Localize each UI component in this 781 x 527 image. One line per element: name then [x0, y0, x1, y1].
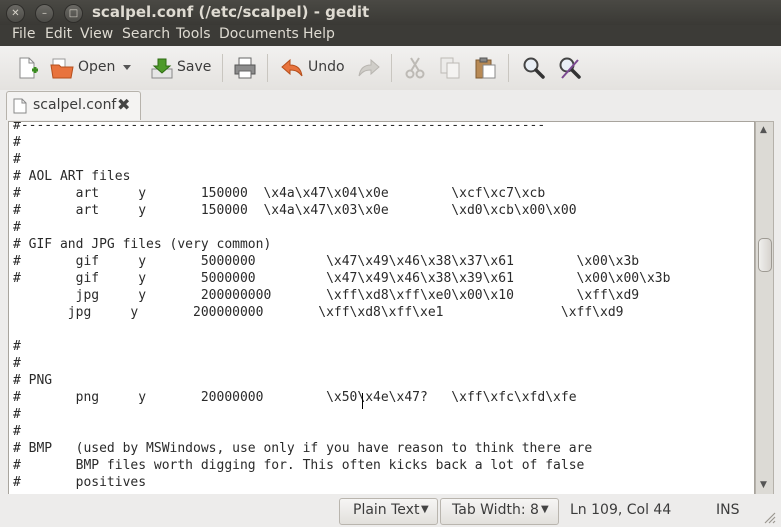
language-label: Plain Text: [353, 502, 420, 518]
editor-line[interactable]: ​: [13, 321, 670, 338]
toolbar-separator: [267, 54, 268, 82]
title-bar: ✕ – □ scalpel.conf (/etc/scalpel) - gedi…: [0, 0, 781, 25]
editor-line[interactable]: #: [13, 406, 670, 423]
menu-tools[interactable]: Tools: [176, 26, 211, 42]
editor-line[interactable]: # BMP (used by MSWindows, use only if yo…: [13, 440, 670, 457]
new-document-icon[interactable]: [15, 56, 39, 80]
editor-line[interactable]: #: [13, 355, 670, 372]
menu-search[interactable]: Search: [122, 26, 170, 42]
tab-label: scalpel.conf: [33, 97, 117, 113]
editor-line[interactable]: jpg y 200000000 \xff\xd8\xff\xe0\x00\x10…: [13, 287, 670, 304]
editor-text[interactable]: #---------------------------------------…: [13, 122, 670, 491]
editor-line[interactable]: # gif y 5000000 \x47\x49\x46\x38\x37\x61…: [13, 253, 670, 270]
menu-view[interactable]: View: [80, 26, 113, 42]
status-bar: Plain Text ▼ Tab Width: 8 ▼ Ln 109, Col …: [0, 494, 781, 527]
close-window-button[interactable]: ✕: [6, 4, 25, 23]
tab-bar: scalpel.conf ✖: [0, 90, 781, 121]
editor-line[interactable]: # GIF and JPG files (very common): [13, 236, 670, 253]
undo-icon[interactable]: [280, 56, 304, 80]
scroll-down-icon[interactable]: ▼: [760, 480, 767, 490]
editor-line[interactable]: jpg y 200000000 \xff\xd8\xff\xe1 \xff\xd…: [13, 304, 670, 321]
save-button[interactable]: Save: [177, 59, 211, 75]
editor-line[interactable]: #: [13, 219, 670, 236]
vertical-scrollbar[interactable]: ▲ ▼: [755, 121, 774, 496]
editor-line[interactable]: # png y 20000000 \x50\x4e\x47? \xff\xfc\…: [13, 389, 670, 406]
editor-line[interactable]: #: [13, 134, 670, 151]
text-editor[interactable]: #---------------------------------------…: [8, 121, 755, 496]
editor-line[interactable]: # PNG: [13, 372, 670, 389]
scroll-up-icon[interactable]: ▲: [760, 125, 767, 135]
menu-file[interactable]: File: [12, 26, 35, 42]
maximize-window-button[interactable]: □: [64, 4, 83, 23]
editor-line[interactable]: # gif y 5000000 \x47\x49\x46\x38\x39\x61…: [13, 270, 670, 287]
chevron-down-icon[interactable]: [120, 60, 134, 74]
editor-line[interactable]: # positives: [13, 474, 670, 491]
editor-line[interactable]: # art y 150000 \x4a\x47\x04\x0e \xcf\xc7…: [13, 185, 670, 202]
tab-width-label: Tab Width: 8: [452, 502, 539, 518]
editor-line[interactable]: #: [13, 338, 670, 355]
toolbar-separator: [508, 54, 509, 82]
save-icon[interactable]: [150, 56, 174, 80]
editor-line[interactable]: #: [13, 151, 670, 168]
tab-scalpel-conf[interactable]: scalpel.conf ✖: [6, 91, 141, 120]
toolbar: Open Save Undo: [0, 46, 781, 91]
menu-help[interactable]: Help: [303, 26, 335, 42]
toolbar-separator: [222, 54, 223, 82]
menu-bar: File Edit View Search Tools Documents He…: [0, 25, 781, 46]
copy-icon[interactable]: [438, 56, 462, 80]
scrollbar-thumb[interactable]: [758, 238, 772, 272]
window-title: scalpel.conf (/etc/scalpel) - gedit: [92, 3, 370, 21]
minimize-window-button[interactable]: –: [35, 4, 54, 23]
paste-icon[interactable]: [473, 56, 497, 80]
redo-icon[interactable]: [357, 56, 381, 80]
replace-icon[interactable]: [558, 56, 582, 80]
resize-grip-icon[interactable]: [762, 510, 776, 524]
open-button[interactable]: Open: [78, 59, 115, 75]
text-cursor: [362, 393, 363, 409]
editor-line[interactable]: # AOL ART files: [13, 168, 670, 185]
editor-line[interactable]: #: [13, 423, 670, 440]
tab-width-dropdown-icon[interactable]: ▼: [541, 504, 549, 515]
language-dropdown-icon[interactable]: ▼: [421, 504, 429, 515]
close-tab-icon[interactable]: ✖: [117, 95, 130, 114]
open-folder-icon[interactable]: [50, 56, 74, 80]
toolbar-separator: [391, 54, 392, 82]
search-icon[interactable]: [522, 56, 546, 80]
editor-line[interactable]: #---------------------------------------…: [13, 122, 670, 134]
undo-button[interactable]: Undo: [308, 59, 345, 75]
menu-documents[interactable]: Documents: [219, 26, 299, 42]
print-icon[interactable]: [233, 56, 257, 80]
document-icon: [13, 98, 27, 114]
editor-line[interactable]: # art y 150000 \x4a\x47\x03\x0e \xd0\xcb…: [13, 202, 670, 219]
editor-line[interactable]: # BMP files worth digging for. This ofte…: [13, 457, 670, 474]
cut-icon[interactable]: [403, 56, 427, 80]
menu-edit[interactable]: Edit: [45, 26, 72, 42]
cursor-position: Ln 109, Col 44: [570, 502, 672, 518]
insert-mode-indicator: INS: [716, 502, 740, 518]
